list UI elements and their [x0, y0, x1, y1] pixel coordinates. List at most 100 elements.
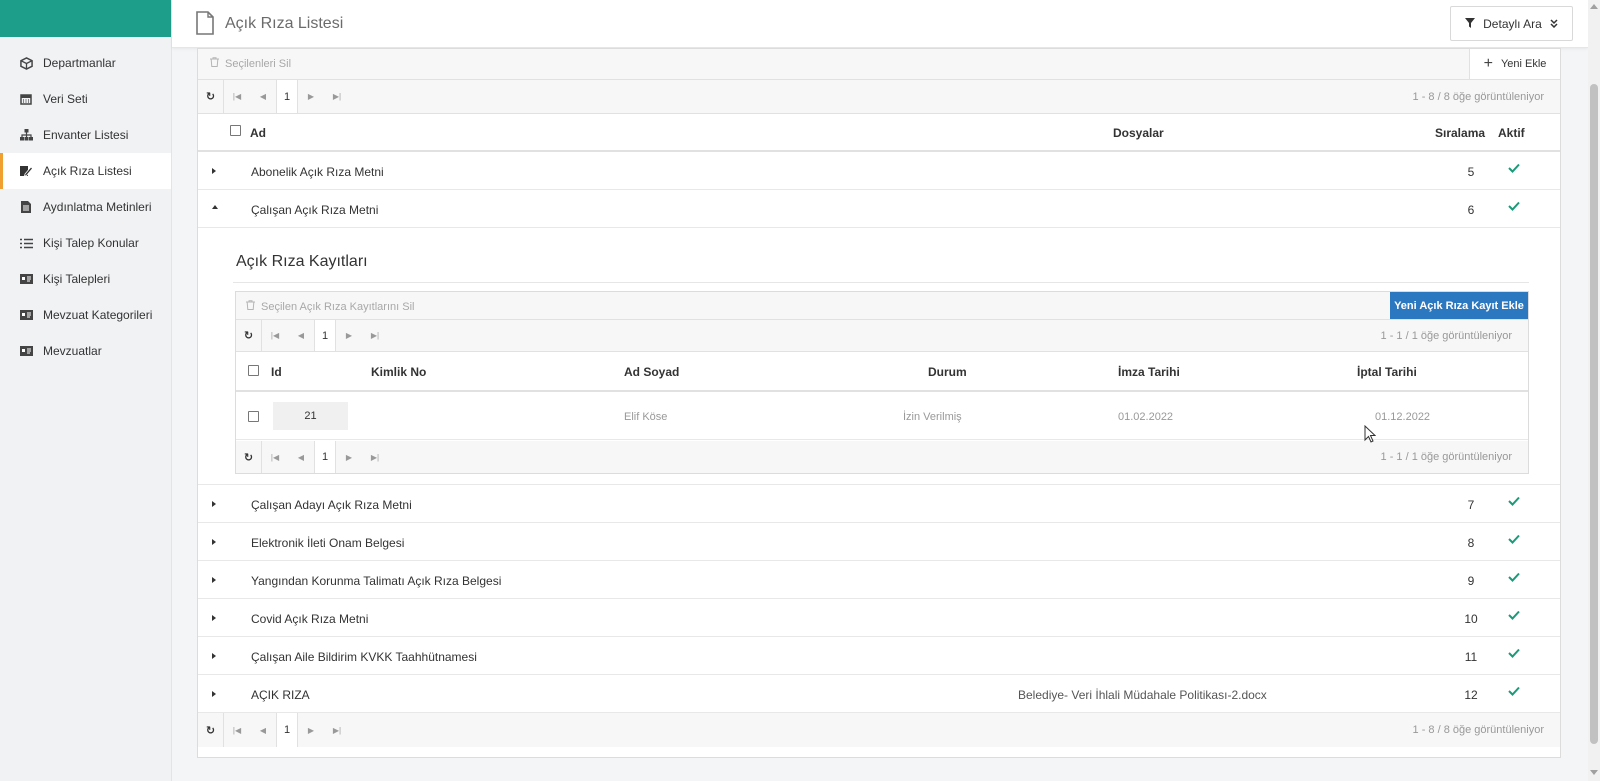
next-page-icon[interactable]: ▶: [336, 453, 362, 462]
first-page-icon[interactable]: |◀: [224, 92, 250, 101]
page-scrollbar[interactable]: [1588, 0, 1600, 781]
column-active[interactable]: Aktif: [1498, 126, 1525, 140]
expand-icon[interactable]: [212, 501, 216, 507]
select-all-checkbox[interactable]: [248, 365, 259, 376]
row-name: Çalışan Adayı Açık Rıza Metni: [251, 498, 412, 512]
table-row[interactable]: Abonelik Açık Rıza Metni 5: [198, 152, 1560, 190]
expand-icon[interactable]: [212, 653, 216, 659]
table-row[interactable]: 21 Elif Köse İzin Verilmiş 01.02.2022 01…: [236, 392, 1528, 440]
column-order[interactable]: Sıralama: [1435, 126, 1485, 140]
prev-page-icon[interactable]: ◀: [250, 726, 276, 735]
grid-header: Ad Dosyalar Sıralama Aktif: [198, 114, 1560, 152]
refresh-icon[interactable]: ↻: [198, 713, 224, 747]
delete-selected-button[interactable]: Seçilenleri Sil: [210, 57, 291, 70]
sidebar-item-label: Kişi Talepleri: [43, 272, 111, 286]
sidebar-item-label: Aydınlatma Metinleri: [43, 200, 152, 214]
column-id[interactable]: Id: [271, 365, 282, 379]
sidebar-item-label: Envanter Listesi: [43, 128, 129, 142]
column-name[interactable]: Ad: [250, 126, 266, 140]
trash-icon: [210, 57, 219, 70]
pager-info: 1 - 1 / 1 öğe görüntüleniyor: [1380, 451, 1512, 463]
row-checkbox[interactable]: [248, 411, 259, 422]
check-icon: [1508, 162, 1520, 176]
delete-selected-records-button[interactable]: Seçilen Açık Rıza Kayıtlarını Sil: [246, 300, 414, 313]
table-row[interactable]: Çalışan Açık Rıza Metni 6: [198, 190, 1560, 228]
collapse-icon[interactable]: [212, 205, 218, 209]
sitemap-icon: [19, 128, 33, 142]
expand-icon[interactable]: [212, 539, 216, 545]
trash-icon: [246, 300, 255, 313]
expand-icon[interactable]: [212, 615, 216, 621]
table-row[interactable]: Çalışan Aile Bildirim KVKK Taahhütnamesi…: [198, 637, 1560, 675]
last-page-icon[interactable]: ▶|: [324, 92, 350, 101]
document-icon: [196, 11, 214, 38]
sidebar-item-envanter-listesi[interactable]: Envanter Listesi: [0, 117, 171, 153]
row-fullname: Elif Köse: [624, 411, 668, 423]
column-files[interactable]: Dosyalar: [1113, 126, 1164, 140]
check-icon: [1508, 571, 1520, 585]
table-row[interactable]: Covid Açık Rıza Metni 10: [198, 599, 1560, 637]
row-order: 12: [1464, 688, 1478, 702]
refresh-icon[interactable]: ↻: [198, 80, 224, 113]
check-icon: [1508, 495, 1520, 509]
first-page-icon[interactable]: |◀: [224, 726, 250, 735]
filter-icon: [1465, 17, 1476, 31]
column-fullname[interactable]: Ad Soyad: [624, 365, 679, 379]
table-row[interactable]: AÇIK RIZA Belediye- Veri İhlali Müdahale…: [198, 675, 1560, 713]
prev-page-icon[interactable]: ◀: [288, 453, 314, 462]
scroll-up-icon[interactable]: [1590, 4, 1598, 9]
sidebar-item-departmanlar[interactable]: Departmanlar: [0, 45, 171, 81]
sidebar-item-label: Mevzuat Kategorileri: [43, 308, 153, 322]
detailed-search-button[interactable]: Detaylı Ara: [1450, 6, 1573, 41]
check-icon: [1508, 609, 1520, 623]
delete-selected-label: Seçilenleri Sil: [225, 57, 292, 70]
row-sign-date: 01.02.2022: [1118, 411, 1174, 423]
column-identity[interactable]: Kimlik No: [371, 365, 426, 379]
check-icon: [1508, 200, 1520, 214]
new-consent-record-button[interactable]: Yeni Açık Rıza Kayıt Ekle: [1390, 292, 1528, 319]
select-all-checkbox[interactable]: [230, 125, 241, 136]
sidebar-item-mevzuatlar[interactable]: Mevzuatlar: [0, 333, 171, 369]
expand-icon[interactable]: [212, 168, 216, 174]
sidebar-item-kisi-talep-konular[interactable]: Kişi Talep Konular: [0, 225, 171, 261]
page-number[interactable]: 1: [276, 80, 298, 113]
page-number[interactable]: 1: [276, 713, 298, 747]
column-status[interactable]: Durum: [928, 365, 967, 379]
refresh-icon[interactable]: ↻: [236, 320, 262, 351]
sidebar-item-acik-riza-listesi[interactable]: Açık Rıza Listesi: [0, 153, 171, 189]
first-page-icon[interactable]: |◀: [262, 331, 288, 340]
expand-icon[interactable]: [212, 577, 216, 583]
sidebar-item-mevzuat-kategorileri[interactable]: Mevzuat Kategorileri: [0, 297, 171, 333]
sidebar-item-label: Kişi Talep Konular: [43, 236, 139, 250]
table-row[interactable]: Çalışan Adayı Açık Rıza Metni 7: [198, 485, 1560, 523]
row-file-link[interactable]: Belediye- Veri İhlali Müdahale Politikas…: [1018, 688, 1267, 702]
expand-icon[interactable]: [212, 691, 216, 697]
last-page-icon[interactable]: ▶|: [362, 453, 388, 462]
grid-pager-bottom: ↻ |◀ ◀ 1 ▶ ▶| 1 - 8 / 8 öğe görüntüleniy…: [198, 713, 1560, 747]
row-cancel-date: 01.12.2022: [1375, 411, 1431, 423]
first-page-icon[interactable]: |◀: [262, 453, 288, 462]
page-number[interactable]: 1: [314, 320, 336, 351]
scroll-down-icon[interactable]: [1590, 770, 1598, 775]
column-sign-date[interactable]: İmza Tarihi: [1118, 365, 1180, 379]
sidebar-item-veri-seti[interactable]: Veri Seti: [0, 81, 171, 117]
row-order: 9: [1467, 574, 1475, 588]
row-order: 7: [1467, 498, 1475, 512]
last-page-icon[interactable]: ▶|: [362, 331, 388, 340]
add-new-button[interactable]: + Yeni Ekle: [1469, 49, 1560, 79]
prev-page-icon[interactable]: ◀: [250, 92, 276, 101]
sidebar-item-aydinlatma-metinleri[interactable]: Aydınlatma Metinleri: [0, 189, 171, 225]
prev-page-icon[interactable]: ◀: [288, 331, 314, 340]
last-page-icon[interactable]: ▶|: [324, 726, 350, 735]
grid-pager-top: ↻ |◀ ◀ 1 ▶ ▶| 1 - 8 / 8 öğe görüntüleniy…: [198, 80, 1560, 114]
next-page-icon[interactable]: ▶: [298, 92, 324, 101]
page-number[interactable]: 1: [314, 441, 336, 473]
column-cancel-date[interactable]: İptal Tarihi: [1357, 365, 1417, 379]
scrollbar-thumb[interactable]: [1590, 84, 1598, 744]
table-row[interactable]: Elektronik İleti Onam Belgesi 8: [198, 523, 1560, 561]
next-page-icon[interactable]: ▶: [336, 331, 362, 340]
sidebar-item-kisi-talepleri[interactable]: Kişi Talepleri: [0, 261, 171, 297]
refresh-icon[interactable]: ↻: [236, 441, 262, 473]
next-page-icon[interactable]: ▶: [298, 726, 324, 735]
table-row[interactable]: Yangından Korunma Talimatı Açık Rıza Bel…: [198, 561, 1560, 599]
